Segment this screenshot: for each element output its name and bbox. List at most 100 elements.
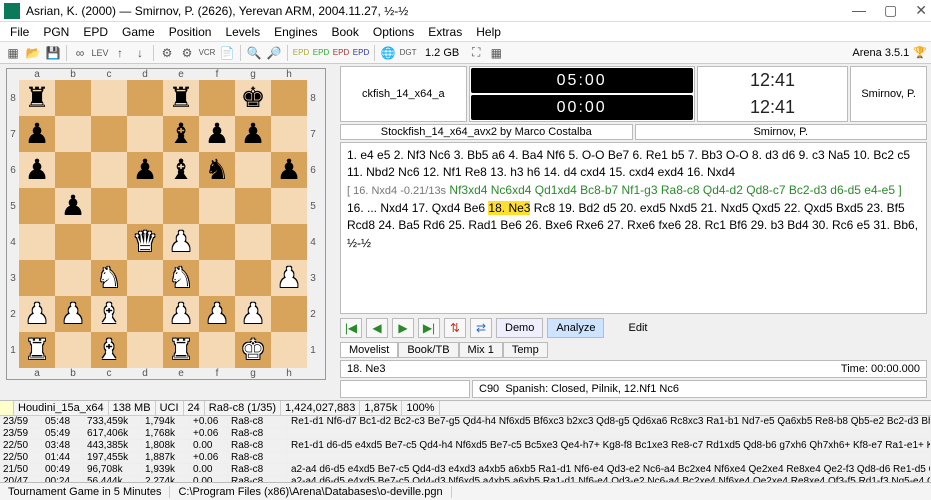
square-c1[interactable]: ♝ — [91, 332, 127, 368]
tool-expand-icon[interactable]: ⛶ — [467, 44, 485, 62]
square-h7[interactable] — [271, 116, 307, 152]
tab-movelist[interactable]: Movelist — [340, 342, 398, 358]
square-h8[interactable] — [271, 80, 307, 116]
tab-book[interactable]: Book/TB — [398, 342, 458, 358]
square-c5[interactable] — [91, 188, 127, 224]
menu-options[interactable]: Options — [367, 23, 420, 41]
square-a5[interactable] — [19, 188, 55, 224]
square-g2[interactable]: ♟ — [235, 296, 271, 332]
square-d5[interactable] — [127, 188, 163, 224]
tab-temp[interactable]: Temp — [503, 342, 548, 358]
edit-label[interactable]: Edit — [628, 322, 647, 334]
square-d1[interactable] — [127, 332, 163, 368]
square-b8[interactable] — [55, 80, 91, 116]
square-d3[interactable] — [127, 260, 163, 296]
tool-open-icon[interactable]: 📂 — [24, 44, 42, 62]
maximize-button[interactable]: ▢ — [884, 2, 897, 19]
analysis-row[interactable]: 21/5000:4996,708k 1,939k0.00Ra8-c8 a2-a4… — [0, 464, 931, 476]
square-h4[interactable] — [271, 224, 307, 260]
square-d6[interactable]: ♟ — [127, 152, 163, 188]
analysis-row[interactable]: 23/5905:49617,406k 1,768k+0.06Ra8-c8 — [0, 428, 931, 440]
menu-engines[interactable]: Engines — [268, 23, 323, 41]
square-h2[interactable] — [271, 296, 307, 332]
square-g8[interactable]: ♚ — [235, 80, 271, 116]
tool-up-icon[interactable]: ↑ — [111, 44, 129, 62]
square-c2[interactable]: ♝ — [91, 296, 127, 332]
nav-next-icon[interactable]: ▶ — [392, 318, 414, 338]
square-a1[interactable]: ♜ — [19, 332, 55, 368]
square-c3[interactable]: ♞ — [91, 260, 127, 296]
notation-pane[interactable]: 1. e4 e5 2. Nf3 Nc6 3. Bb5 a6 4. Ba4 Nf6… — [340, 142, 927, 314]
tool-epd4-icon[interactable]: EPD — [352, 44, 370, 62]
square-f3[interactable] — [199, 260, 235, 296]
square-g6[interactable] — [235, 152, 271, 188]
square-e1[interactable]: ♜ — [163, 332, 199, 368]
tool-dgt-icon[interactable]: DGT — [399, 44, 417, 62]
square-b3[interactable] — [55, 260, 91, 296]
nav-swap-icon[interactable]: ⇄ — [470, 318, 492, 338]
square-e6[interactable]: ♝ — [163, 152, 199, 188]
tool-epd2-icon[interactable]: EPD — [312, 44, 330, 62]
analysis-row[interactable]: 22/5003:48443,385k 1,808k0.00Ra8-c8 Re1-… — [0, 440, 931, 452]
tool-epd1-icon[interactable]: EPD — [292, 44, 310, 62]
analyze-button[interactable]: Analyze — [547, 318, 604, 338]
tool-globe-icon[interactable]: 🌐 — [379, 44, 397, 62]
square-a8[interactable]: ♜ — [19, 80, 55, 116]
square-b4[interactable] — [55, 224, 91, 260]
analysis-row[interactable]: 23/5905:48733,459k 1,794k+0.06Ra8-c8 Re1… — [0, 416, 931, 428]
close-button[interactable]: ✕ — [915, 2, 927, 19]
tool-zoomin-icon[interactable]: 🔍 — [245, 44, 263, 62]
square-f8[interactable] — [199, 80, 235, 116]
square-b5[interactable]: ♟ — [55, 188, 91, 224]
tool-epd3-icon[interactable]: EPD — [332, 44, 350, 62]
square-f7[interactable]: ♟ — [199, 116, 235, 152]
tool-doc-icon[interactable]: 📄 — [218, 44, 236, 62]
square-c6[interactable] — [91, 152, 127, 188]
square-g7[interactable]: ♟ — [235, 116, 271, 152]
menu-epd[interactable]: EPD — [77, 23, 114, 41]
square-a6[interactable]: ♟ — [19, 152, 55, 188]
analysis-row[interactable]: 22/5001:44197,455k 1,887k+0.06Ra8-c8 — [0, 452, 931, 464]
square-g3[interactable] — [235, 260, 271, 296]
square-b6[interactable] — [55, 152, 91, 188]
tab-mix1[interactable]: Mix 1 — [459, 342, 503, 358]
square-d4[interactable]: ♛ — [127, 224, 163, 260]
square-f1[interactable] — [199, 332, 235, 368]
tool-save-icon[interactable]: 💾 — [44, 44, 62, 62]
demo-button[interactable]: Demo — [496, 318, 543, 338]
menu-file[interactable]: File — [4, 23, 35, 41]
tool-new-icon[interactable]: ▦ — [4, 44, 22, 62]
nav-first-icon[interactable]: |◀ — [340, 318, 362, 338]
square-d2[interactable] — [127, 296, 163, 332]
square-g5[interactable] — [235, 188, 271, 224]
menu-extras[interactable]: Extras — [422, 23, 468, 41]
menu-levels[interactable]: Levels — [219, 23, 266, 41]
square-f5[interactable] — [199, 188, 235, 224]
nav-prev-icon[interactable]: ◀ — [366, 318, 388, 338]
square-h3[interactable]: ♟ — [271, 260, 307, 296]
square-c8[interactable] — [91, 80, 127, 116]
square-g1[interactable]: ♚ — [235, 332, 271, 368]
square-e7[interactable]: ♝ — [163, 116, 199, 152]
menu-book[interactable]: Book — [326, 23, 365, 41]
tool-engine1-icon[interactable]: ⚙ — [158, 44, 176, 62]
tool-engine2-icon[interactable]: ⚙ — [178, 44, 196, 62]
tool-vcr-icon[interactable]: VCR — [198, 44, 216, 62]
square-e8[interactable]: ♜ — [163, 80, 199, 116]
square-c7[interactable] — [91, 116, 127, 152]
tool-infinity-icon[interactable]: ∞ — [71, 44, 89, 62]
nav-flip-icon[interactable]: ⇅ — [444, 318, 466, 338]
square-d8[interactable] — [127, 80, 163, 116]
square-b2[interactable]: ♟ — [55, 296, 91, 332]
tool-down-icon[interactable]: ↓ — [131, 44, 149, 62]
chess-board[interactable]: abcdefgh8♜♜♚87♟♝♟♟76♟♟♝♞♟65♟54♛♟43♞♞♟32♟… — [6, 68, 326, 380]
menu-help[interactable]: Help — [470, 23, 507, 41]
square-h5[interactable] — [271, 188, 307, 224]
square-e5[interactable] — [163, 188, 199, 224]
menu-game[interactable]: Game — [116, 23, 161, 41]
tool-zoomout-icon[interactable]: 🔎 — [265, 44, 283, 62]
square-f4[interactable] — [199, 224, 235, 260]
nav-last-icon[interactable]: ▶| — [418, 318, 440, 338]
square-a2[interactable]: ♟ — [19, 296, 55, 332]
square-e4[interactable]: ♟ — [163, 224, 199, 260]
